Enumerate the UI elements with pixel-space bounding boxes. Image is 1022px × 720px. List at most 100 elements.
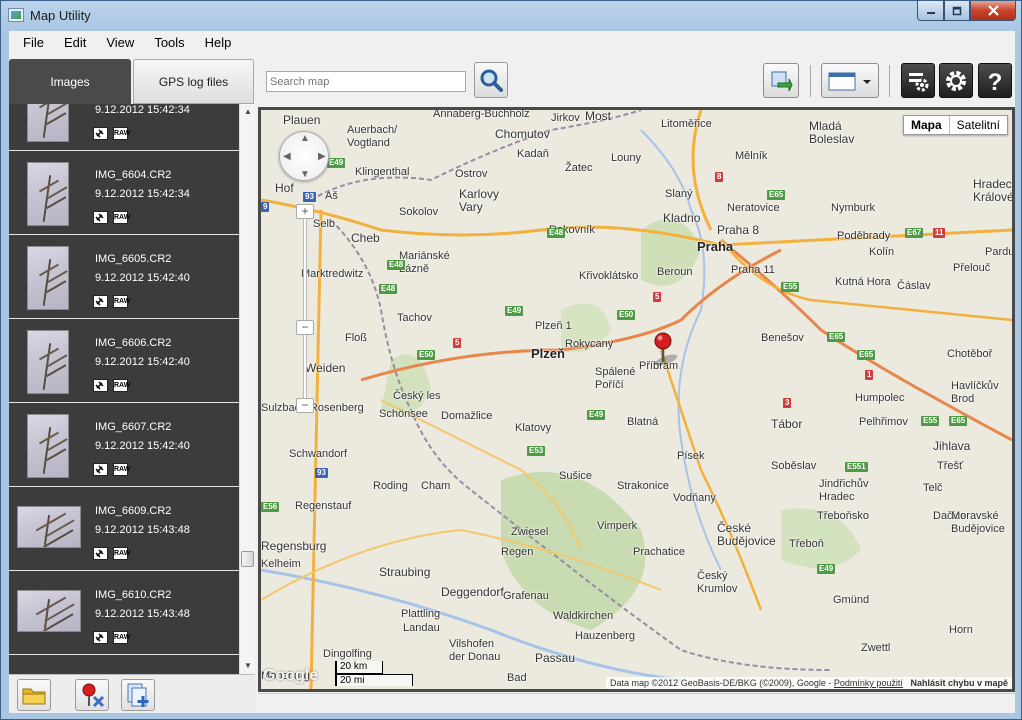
map-label: Moravské Budějovice [951,510,1005,535]
title-bar[interactable]: Map Utility [1,1,1021,30]
menu-edit[interactable]: Edit [54,35,96,50]
map-label: Domažlice [441,410,493,422]
image-filename: IMG_6610.CR2 [95,589,172,601]
map-view[interactable]: Plauen Auerbach/ Vogtland Annaberg-Buchhol… [258,107,1015,692]
map-label: Auerbach/ Vogtland [347,124,398,149]
map-label: Slaný [665,188,693,200]
map-label: Cham [421,480,451,492]
road-shield: 8 [715,172,724,182]
report-error-link[interactable]: Nahlásit chybu v mapě [910,678,1008,688]
search-input[interactable] [266,71,466,92]
zoom-in-button[interactable]: + [296,204,314,219]
map-label: Kolín [869,246,895,258]
client-area: Images GPS log files IMG_6603.CR29.12.20… [9,53,1015,713]
sync-export-button[interactable] [763,63,799,98]
map-label: Cheb [351,231,380,245]
map-label: Schönsee [379,408,428,420]
map-label: Kelheim [261,558,301,570]
map-type-map-button[interactable]: Mapa [904,116,950,134]
raw-format-icon: RAW [113,211,130,224]
image-thumbnail [27,246,69,310]
svg-text:?: ? [988,69,1003,94]
settings-list-button[interactable] [901,63,935,98]
pan-control[interactable]: ▲ ▼ ◀ ▶ [279,131,329,181]
map-label: Písek [677,450,705,462]
map-label: Selb [313,218,336,230]
map-label: Waldkirchen [553,610,614,622]
image-list-item[interactable]: IMG_6606.CR2 9.12.2012 15:42:40 RAW [9,319,239,403]
map-label: Karlovy Vary [459,187,500,214]
image-list-scrollbar[interactable]: ▲ ▼ [239,104,255,674]
help-button[interactable]: ? [978,63,1012,98]
image-list-item[interactable]: IMG_6605.CR2 9.12.2012 15:42:40 RAW [9,235,239,319]
raw-format-icon: RAW [113,295,130,308]
menu-tools[interactable]: Tools [144,35,194,50]
zoom-out-button[interactable]: − [296,398,314,413]
map-view-dropdown-button[interactable] [821,63,879,98]
zoom-slider-track[interactable] [303,210,307,410]
add-images-button[interactable] [121,679,155,711]
pan-right-icon[interactable]: ▶ [318,151,326,162]
image-list-item[interactable]: IMG_6604.CR2 9.12.2012 15:42:34 RAW [9,151,239,235]
scroll-down-arrow-icon[interactable]: ▼ [240,658,255,674]
open-folder-button[interactable] [17,679,51,711]
road-shield: E551 [845,462,868,472]
map-label: Soběslav [771,460,817,472]
map-label: Deggendorf [441,585,504,599]
app-icon [8,8,24,22]
map-label: Grafenau [503,590,549,602]
image-date: 9.12.2012 15:43:48 [95,524,190,536]
terms-link[interactable]: Podmínky použití [834,678,903,688]
zoom-slider-handle[interactable]: − [296,320,314,335]
image-thumbnail [27,104,69,142]
pan-left-icon[interactable]: ◀ [283,151,291,162]
menu-help[interactable]: Help [195,35,242,50]
remove-geotag-button[interactable] [75,679,109,711]
settings-button[interactable] [939,63,973,98]
menu-bar: File Edit View Tools Help [9,31,1015,53]
menu-file[interactable]: File [13,35,54,50]
copyright-text: Data map ©2012 GeoBasis-DE/BKG (©2009), … [610,678,834,688]
tab-images[interactable]: Images [9,59,131,104]
road-shield: E53 [527,446,546,456]
map-type-satellite-button[interactable]: Satelitní [950,116,1007,134]
google-logo: Google [263,667,319,684]
maximize-button[interactable] [944,1,970,21]
image-date: 9.12.2012 15:42:34 [95,104,190,116]
close-button[interactable] [970,1,1016,21]
pan-down-icon[interactable]: ▼ [300,169,310,180]
map-label: Aš [325,190,338,202]
image-list-item[interactable]: IMG_6609.CR2 9.12.2012 15:43:48 RAW [9,487,239,571]
map-label: Třešť [937,460,964,472]
map-label: Strakonice [617,480,669,492]
image-list-item[interactable]: IMG_6610.CR2 9.12.2012 15:43:48 RAW [9,571,239,655]
map-copyright: Data map ©2012 GeoBasis-DE/BKG (©2009), … [606,677,1012,689]
export-map-icon [771,71,793,91]
road-shield: 93 [315,468,328,478]
tab-gps-log-files[interactable]: GPS log files [133,59,254,104]
map-label: Pelhřimov [859,416,908,428]
gps-satellite-icon [93,211,108,224]
location-marker-icon[interactable] [652,332,684,369]
map-label: Hradec Králové [973,177,1014,204]
image-list-item[interactable]: IMG_6607.CR2 9.12.2012 15:42:40 RAW [9,403,239,487]
image-thumbnail [27,330,69,394]
raw-format-icon: RAW [113,463,130,476]
road-shield: E49 [587,410,606,420]
map-label: Praha 11 [731,264,775,276]
map-label: Gmünd [833,594,870,606]
minimize-button[interactable] [917,1,944,21]
close-icon [987,5,999,16]
road-shield: E50 [617,310,636,320]
map-label: Beroun [657,266,693,278]
image-filename: IMG_6604.CR2 [95,169,172,181]
left-toolbar [9,674,255,713]
scroll-thumb[interactable] [241,551,254,567]
scroll-up-arrow-icon[interactable]: ▲ [240,104,255,120]
map-label: Jirkov [551,112,580,124]
pan-up-icon[interactable]: ▲ [300,133,310,144]
menu-view[interactable]: View [96,35,144,50]
search-button[interactable] [474,62,508,98]
map-label: Most [585,109,612,123]
image-list-item[interactable]: IMG_6603.CR29.12.2012 15:42:34RAW [9,104,239,151]
